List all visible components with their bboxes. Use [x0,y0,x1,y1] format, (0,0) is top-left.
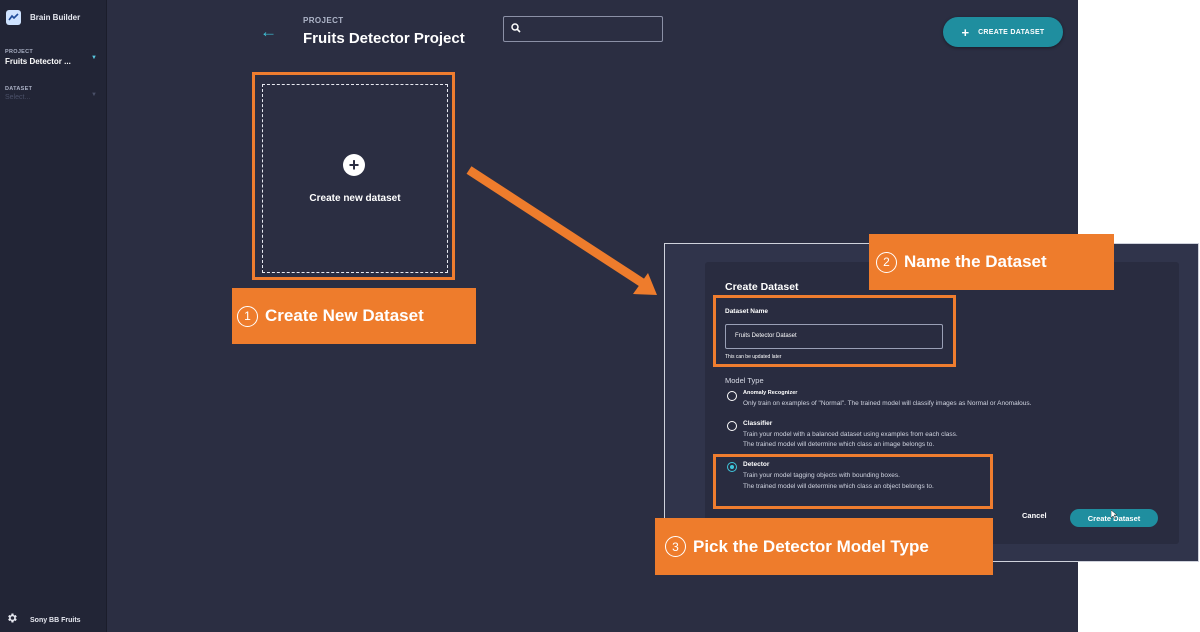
highlight-box [713,295,956,367]
option-title: Classifier [743,420,773,427]
callout-number: 3 [665,536,686,557]
option-desc: Only train on examples of "Normal". The … [743,400,1032,407]
callout-3: 3 Pick the Detector Model Type [655,518,993,575]
highlight-box [713,454,993,509]
dialog-title: Create Dataset [725,281,799,293]
radio-classifier[interactable] [727,421,737,431]
callout-2: 2 Name the Dataset [869,234,1114,290]
cancel-button[interactable]: Cancel [1022,511,1047,520]
radio-anomaly-recognizer[interactable] [727,391,737,401]
callout-text: Name the Dataset [904,252,1047,271]
callout-text: Pick the Detector Model Type [693,536,929,556]
option-desc: Train your model with a balanced dataset… [743,431,958,438]
model-type-label: Model Type [725,376,764,385]
cursor-icon [1111,510,1117,519]
callout-number: 2 [876,251,897,273]
option-title: Anomaly Recognizer [743,390,798,396]
option-desc: The trained model will determine which c… [743,441,935,448]
